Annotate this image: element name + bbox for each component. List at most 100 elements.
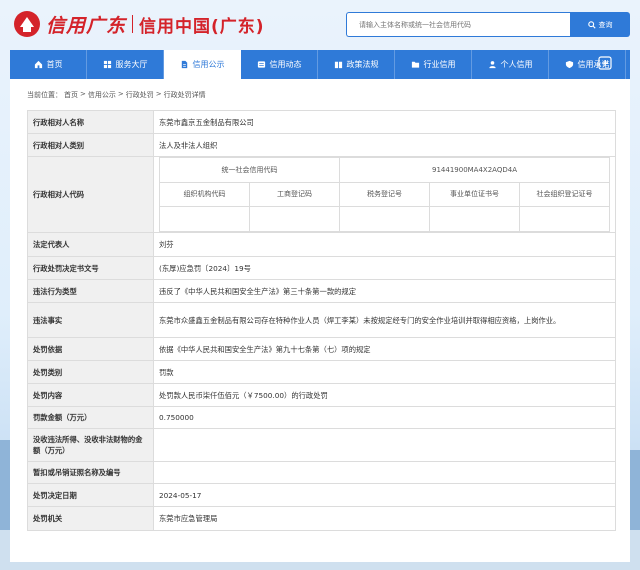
field-value-decision-date: 2024-05-17 bbox=[153, 483, 616, 507]
field-label: 行政相对人名称 bbox=[27, 110, 154, 134]
nav-item-label: 首页 bbox=[46, 60, 63, 69]
field-value-legal-rep: 刘芬 bbox=[153, 232, 616, 257]
field-value-penalty-category: 罚款 bbox=[153, 360, 616, 384]
grid-icon bbox=[103, 60, 111, 69]
breadcrumb-separator: > bbox=[155, 90, 162, 98]
field-label: 违法行为类型 bbox=[27, 279, 154, 303]
nav-item-credit-commitment[interactable]: 信用承诺 bbox=[549, 50, 626, 79]
table-row: 处罚依据 依据《中华人民共和国安全生产法》第九十七条第（七）项的规定 bbox=[27, 337, 616, 361]
uscc-value: 91441900MA4X2AQD4A bbox=[339, 157, 610, 183]
nav-item-credit-publicity[interactable]: 信用公示 bbox=[164, 50, 241, 79]
nav-item-industry-credit[interactable]: 行业信用 bbox=[395, 50, 472, 79]
logo-emblem-icon bbox=[10, 7, 44, 41]
book-icon bbox=[334, 61, 342, 69]
field-value-violation-facts: 东莞市众盛鑫五金制品有限公司存在特种作业人员（焊工李某）未按规定经专门的安全作业… bbox=[153, 302, 616, 338]
field-label: 罚款金额（万元） bbox=[27, 406, 154, 429]
field-label: 违法事实 bbox=[27, 302, 154, 338]
field-value-entity-type: 法人及非法人组织 bbox=[153, 133, 616, 157]
nav-item-label: 个人信用 bbox=[500, 60, 533, 69]
nav-item-label: 行业信用 bbox=[423, 60, 456, 69]
field-value-authority: 东莞市应急管理局 bbox=[153, 506, 616, 531]
site-logo[interactable]: 信用广东 信用中国(广东) bbox=[10, 7, 265, 41]
logo-divider bbox=[132, 15, 134, 33]
breadcrumb-current: 行政处罚详情 bbox=[163, 91, 206, 99]
nav-item-label: 服务大厅 bbox=[115, 60, 148, 69]
document-icon bbox=[181, 60, 187, 69]
field-label: 行政相对人类别 bbox=[27, 133, 154, 157]
logo-site-name: 信用中国(广东) bbox=[139, 16, 265, 37]
field-label: 行政处罚决定书文号 bbox=[27, 256, 154, 280]
nav-item-credit-news[interactable]: 信用动态 bbox=[241, 50, 318, 79]
table-row: 暂扣或吊销证照名称及编号 bbox=[27, 461, 616, 484]
person-icon bbox=[488, 61, 496, 69]
field-label: 行政相对人代码 bbox=[27, 156, 154, 233]
sub-value-empty bbox=[429, 206, 520, 232]
sub-value-empty bbox=[339, 206, 430, 232]
nav-item-label: 信用公示 bbox=[192, 60, 225, 69]
breadcrumb: 当前位置： 首页 > 信用公示 > 行政处罚 > 行政处罚详情 bbox=[27, 90, 206, 100]
table-row: 法定代表人 刘芬 bbox=[27, 232, 616, 257]
breadcrumb-link-credit-publicity[interactable]: 信用公示 bbox=[88, 90, 116, 100]
content-panel: 当前位置： 首页 > 信用公示 > 行政处罚 > 行政处罚详情 行政相对人名称 … bbox=[10, 79, 630, 562]
field-label: 暂扣或吊销证照名称及编号 bbox=[27, 461, 154, 484]
search-button[interactable]: 查询 bbox=[570, 12, 630, 37]
search-bar: 查询 bbox=[346, 12, 630, 37]
main-nav: 首页 服务大厅 信用公示 信用动态 政策法规 行业信用 个人信用 信用承诺 bbox=[10, 50, 630, 79]
field-label: 没收违法所得、没收非法财物的金额（万元） bbox=[27, 428, 154, 462]
sub-value-empty bbox=[249, 206, 340, 232]
folder-icon bbox=[411, 61, 419, 68]
table-row: 违法事实 东莞市众盛鑫五金制品有限公司存在特种作业人员（焊工李某）未按规定经专门… bbox=[27, 302, 616, 338]
field-label: 处罚依据 bbox=[27, 337, 154, 361]
sub-header-business-reg: 工商登记码 bbox=[249, 182, 340, 207]
entity-code-subtable: 统一社会信用代码 91441900MA4X2AQD4A 组织机构代码 工商登记码… bbox=[159, 157, 610, 232]
field-value-confiscation bbox=[153, 428, 616, 462]
breadcrumb-separator: > bbox=[117, 90, 124, 98]
uscc-header: 统一社会信用代码 bbox=[159, 157, 340, 183]
search-input[interactable] bbox=[346, 12, 570, 37]
nav-item-home[interactable]: 首页 bbox=[10, 50, 87, 79]
nav-item-service-hall[interactable]: 服务大厅 bbox=[87, 50, 164, 79]
table-row: 行政相对人名称 东莞市鑫京五金制品有限公司 bbox=[27, 110, 616, 134]
sub-value-empty bbox=[159, 206, 250, 232]
table-row: 处罚类别 罚款 bbox=[27, 360, 616, 384]
sub-header-tax-reg: 税务登记号 bbox=[339, 182, 430, 207]
field-value-license bbox=[153, 461, 616, 484]
nav-expand-button[interactable] bbox=[598, 56, 612, 72]
table-row: 罚款金额（万元） 0.750000 bbox=[27, 406, 616, 429]
nav-item-label: 政策法规 bbox=[346, 60, 379, 69]
search-icon bbox=[587, 20, 596, 29]
field-label: 处罚内容 bbox=[27, 383, 154, 407]
field-value-fine-amount: 0.750000 bbox=[153, 406, 616, 429]
field-label: 处罚类别 bbox=[27, 360, 154, 384]
sub-header-org-code: 组织机构代码 bbox=[159, 182, 250, 207]
breadcrumb-prefix: 当前位置： bbox=[27, 91, 62, 99]
breadcrumb-link-home[interactable]: 首页 bbox=[64, 90, 78, 100]
sub-header-institution-cert: 事业单位证书号 bbox=[429, 182, 520, 207]
sub-header-social-org-cert: 社会组织登记证号 bbox=[519, 182, 610, 207]
expand-icon bbox=[598, 56, 612, 70]
news-icon bbox=[257, 61, 265, 68]
nav-item-policies[interactable]: 政策法规 bbox=[318, 50, 395, 79]
shield-icon bbox=[565, 60, 573, 69]
table-row: 违法行为类型 违反了《中华人民共和国安全生产法》第三十条第一款的规定 bbox=[27, 279, 616, 303]
search-button-label: 查询 bbox=[598, 20, 613, 29]
nav-item-label: 信用动态 bbox=[269, 60, 302, 69]
field-label: 处罚机关 bbox=[27, 506, 154, 531]
field-value-doc-number: (东厚)应急罚〔2024〕19号 bbox=[153, 256, 616, 280]
table-row: 行政相对人代码 统一社会信用代码 91441900MA4X2AQD4A 组织机构… bbox=[27, 156, 616, 233]
breadcrumb-separator: > bbox=[80, 90, 86, 98]
breadcrumb-link-penalty[interactable]: 行政处罚 bbox=[126, 90, 154, 100]
field-value-penalty-content: 处罚款人民币柒仟伍佰元（￥7500.00）的行政处罚 bbox=[153, 383, 616, 407]
table-row: 处罚内容 处罚款人民币柒仟伍佰元（￥7500.00）的行政处罚 bbox=[27, 383, 616, 407]
field-value-entity-name: 东莞市鑫京五金制品有限公司 bbox=[153, 110, 616, 134]
home-icon bbox=[34, 60, 42, 69]
nav-item-personal-credit[interactable]: 个人信用 bbox=[472, 50, 549, 79]
field-value-penalty-basis: 依据《中华人民共和国安全生产法》第九十七条第（七）项的规定 bbox=[153, 337, 616, 361]
table-row: 行政处罚决定书文号 (东厚)应急罚〔2024〕19号 bbox=[27, 256, 616, 280]
logo-script-text: 信用广东 bbox=[46, 14, 127, 37]
field-label: 法定代表人 bbox=[27, 232, 154, 257]
penalty-detail-table: 行政相对人名称 东莞市鑫京五金制品有限公司 行政相对人类别 法人及非法人组织 行… bbox=[27, 110, 616, 531]
entity-code-cell: 统一社会信用代码 91441900MA4X2AQD4A 组织机构代码 工商登记码… bbox=[153, 156, 616, 233]
field-value-violation-type: 违反了《中华人民共和国安全生产法》第三十条第一款的规定 bbox=[153, 279, 616, 303]
